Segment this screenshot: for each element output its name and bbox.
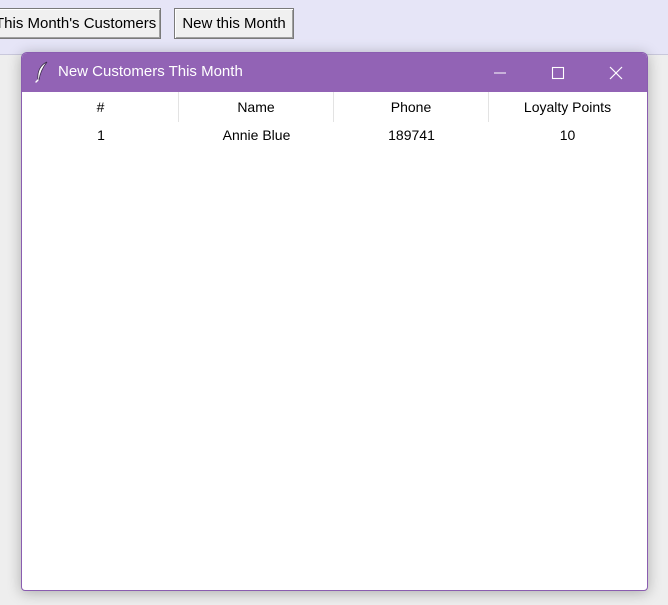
cell-number: 1 [97,127,105,143]
customers-table: # Name Phone Loyalty Points 1 Annie Blue… [23,92,646,148]
cell-loyalty-points: 10 [559,127,576,143]
parent-toolbar: This Month's Customers New this Month [0,0,668,55]
minimize-icon [494,72,506,74]
column-header-phone[interactable]: Phone [334,92,489,122]
window-title: New Customers This Month [58,63,243,80]
column-header-number[interactable]: # [23,92,179,122]
close-icon [609,66,623,80]
minimize-button[interactable] [471,53,529,92]
cell-name: Annie Blue [222,127,291,143]
cell-phone: 189741 [388,127,435,143]
maximize-button[interactable] [529,53,587,92]
column-header-name[interactable]: Name [179,92,334,122]
close-button[interactable] [587,53,645,92]
maximize-icon [551,66,565,80]
table-row[interactable]: 1 Annie Blue 189741 10 [23,122,646,148]
new-this-month-button[interactable]: New this Month [174,8,294,39]
column-header-loyalty-points[interactable]: Loyalty Points [489,92,646,122]
window-titlebar[interactable]: New Customers This Month [22,53,647,92]
this-months-customers-button[interactable]: This Month's Customers [0,8,161,39]
feather-icon [34,61,50,83]
table-header: # Name Phone Loyalty Points [23,92,646,122]
new-customers-window: New Customers This Month # Name Phone Lo… [21,52,648,591]
